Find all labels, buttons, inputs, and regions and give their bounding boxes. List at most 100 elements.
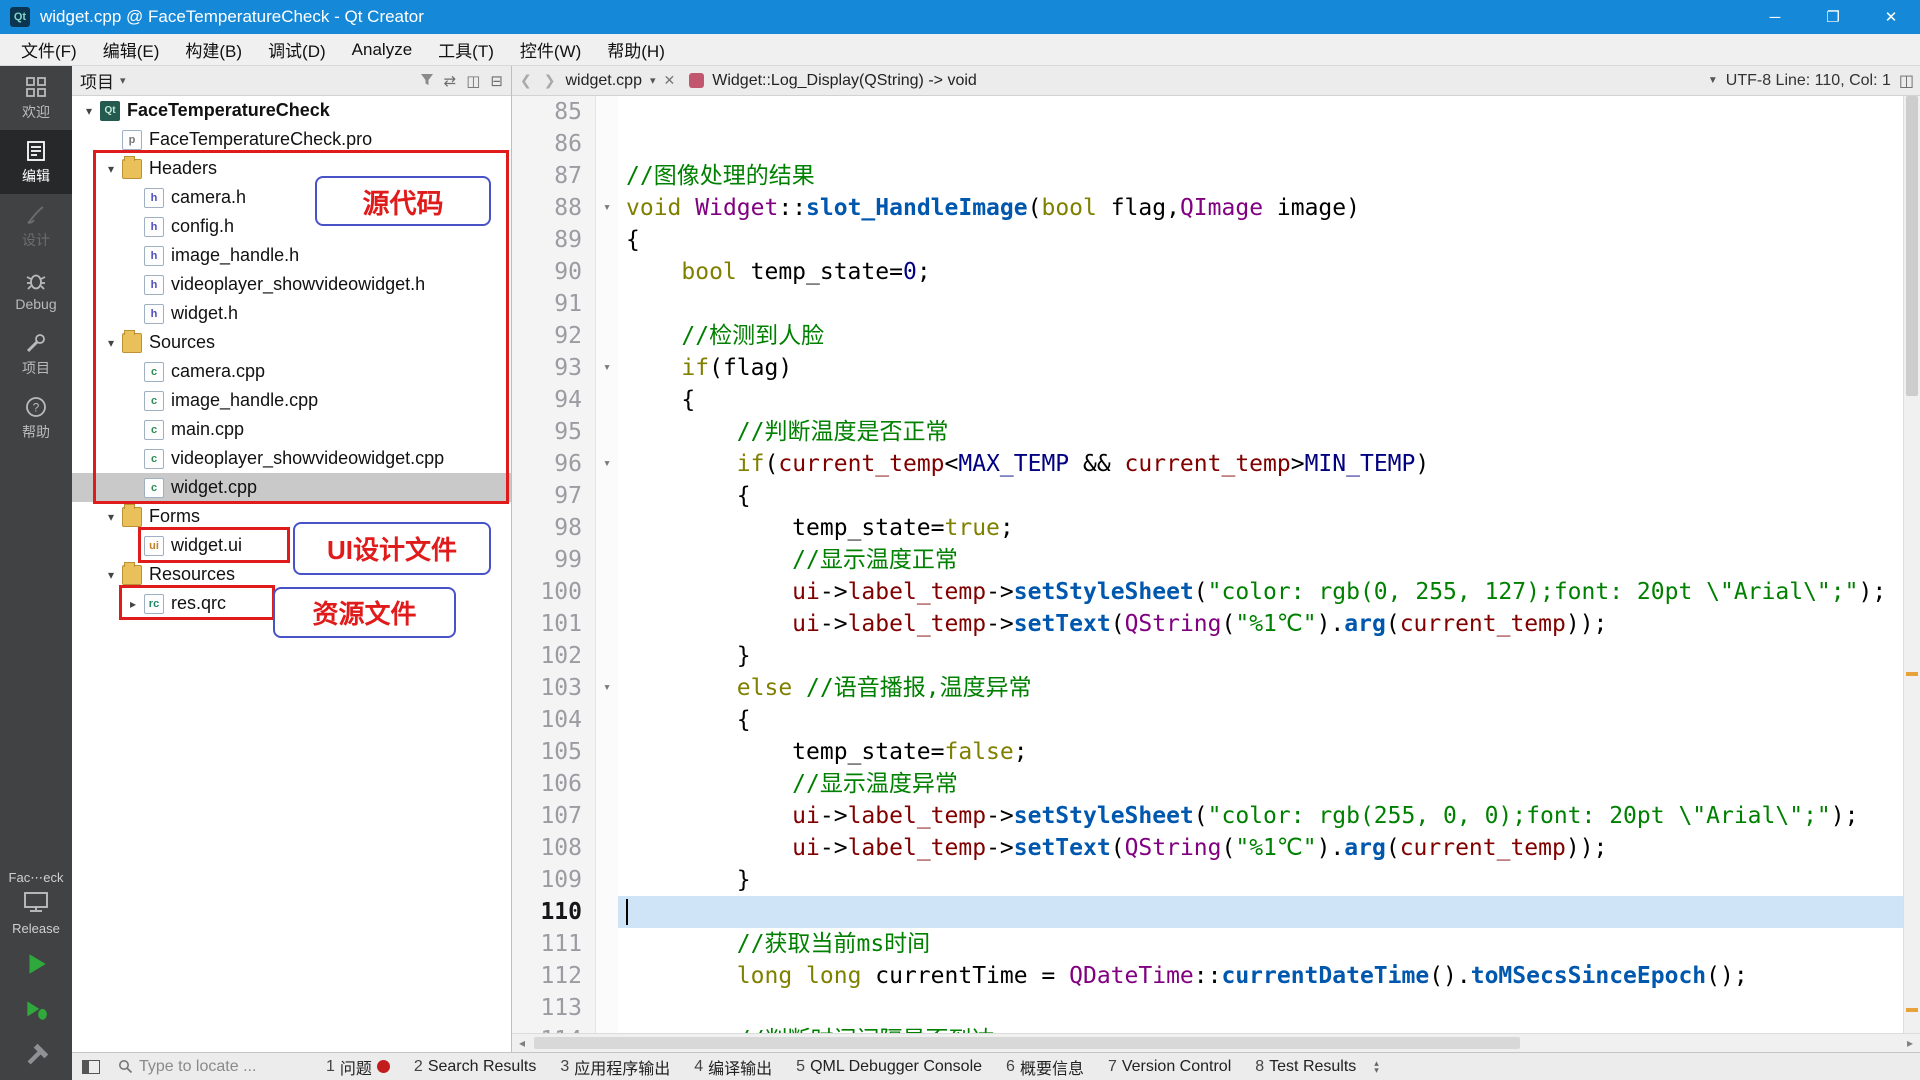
fold-marker-icon[interactable]: ▾ [596, 672, 618, 704]
minimize-button[interactable]: ─ [1746, 0, 1804, 34]
tree-item-camera-h[interactable]: h camera.h [72, 183, 511, 212]
code-line-106[interactable]: 106 //显示温度异常 [512, 768, 1903, 800]
chevron-down-icon[interactable]: ▾ [102, 510, 120, 524]
output-pane-issues[interactable]: 1 问题 [326, 1055, 390, 1079]
code-line-105[interactable]: 105 temp_state= false; [512, 736, 1903, 768]
scroll-left-icon[interactable]: ◂ [512, 1036, 532, 1050]
code-line-94[interactable]: 94 { [512, 384, 1903, 416]
code-line-88[interactable]: 88 ▾ void Widget:: slot_HandleImage(bool fl… [512, 192, 1903, 224]
tree-item-widget-ui[interactable]: ui widget.ui [72, 531, 511, 560]
tree-item-resources[interactable]: ▾ Resources [72, 560, 511, 589]
code-line-86[interactable]: 86 [512, 128, 1903, 160]
run-button[interactable] [16, 944, 56, 984]
code-line-85[interactable]: 85 [512, 96, 1903, 128]
output-pane-general-messages[interactable]: 6 概要信息 [1006, 1055, 1084, 1079]
menu-help[interactable]: 帮助(H) [594, 34, 678, 65]
output-pane-test-results[interactable]: 8 Test Results [1255, 1058, 1356, 1076]
fold-marker-icon[interactable]: ▾ [596, 448, 618, 480]
code-line-112[interactable]: 112 long long currentTime = QDateTime:: c… [512, 960, 1903, 992]
code-line-89[interactable]: 89 { [512, 224, 1903, 256]
tree-item-image-handle-cpp[interactable]: c image_handle.cpp [72, 386, 511, 415]
fold-marker-icon[interactable]: ▾ [596, 192, 618, 224]
code-line-100[interactable]: 100 ui -> label_temp -> setStyleSheet("color… [512, 576, 1903, 608]
code-line-110[interactable]: 110 [512, 896, 1903, 928]
output-pane-application-output[interactable]: 3 应用程序输出 [560, 1055, 670, 1079]
fold-marker-icon[interactable]: ▾ [596, 352, 618, 384]
build-button[interactable] [16, 1036, 56, 1076]
output-pane-version-control[interactable]: 7 Version Control [1108, 1058, 1231, 1076]
horizontal-scrollbar[interactable]: ◂ ▸ [512, 1033, 1920, 1052]
chevron-down-icon[interactable]: ▾ [80, 104, 98, 118]
tree-item-videoplayer-showvideowidget-cpp[interactable]: c videoplayer_showvideowidget.cpp [72, 444, 511, 473]
code-line-92[interactable]: 92 //检测到人脸 [512, 320, 1903, 352]
panel-selector-caret-icon[interactable]: ▾ [120, 74, 126, 87]
code-line-103[interactable]: 103 ▾ else //语音播报,温度异常 [512, 672, 1903, 704]
debug-run-button[interactable] [16, 990, 56, 1030]
code-line-90[interactable]: 90 bool temp_state= 0; [512, 256, 1903, 288]
horizontal-scrollbar-thumb[interactable] [534, 1037, 1520, 1049]
chevron-down-icon[interactable]: ▾ [102, 568, 120, 582]
output-pane-compile-output[interactable]: 4 编译输出 [694, 1055, 772, 1079]
collapse-icon[interactable]: ⊟ [490, 72, 503, 90]
tree-item-camera-cpp[interactable]: c camera.cpp [72, 357, 511, 386]
menu-analyze[interactable]: Analyze [339, 34, 425, 65]
code-line-101[interactable]: 101 ui -> label_temp -> setText(QString("%1℃… [512, 608, 1903, 640]
code-line-98[interactable]: 98 temp_state= true; [512, 512, 1903, 544]
chevron-down-icon[interactable]: ▾ [102, 162, 120, 176]
menu-tools[interactable]: 工具(T) [425, 34, 507, 65]
mode-welcome[interactable]: 欢迎 [0, 66, 72, 130]
tree-item-res-qrc[interactable]: ▸ rc res.qrc [72, 589, 511, 618]
scroll-right-icon[interactable]: ▸ [1900, 1036, 1920, 1050]
toggle-sidebar-icon[interactable] [82, 1059, 100, 1074]
tree-item-widget-cpp[interactable]: c widget.cpp [72, 473, 511, 502]
close-document-icon[interactable]: ✕ [664, 72, 676, 89]
code-line-99[interactable]: 99 //显示温度正常 [512, 544, 1903, 576]
menu-build[interactable]: 构建(B) [172, 34, 255, 65]
code-line-108[interactable]: 108 ui -> label_temp -> setText(QString("%1℃… [512, 832, 1903, 864]
filter-icon[interactable] [420, 72, 434, 90]
code-line-95[interactable]: 95 //判断温度是否正常 [512, 416, 1903, 448]
code-line-102[interactable]: 102 } [512, 640, 1903, 672]
tree-item-headers[interactable]: ▾ Headers [72, 154, 511, 183]
menu-debug[interactable]: 调试(D) [255, 34, 339, 65]
code-line-114[interactable]: 114 //判断时间间隔是否到达 [512, 1024, 1903, 1033]
code-line-93[interactable]: 93 ▾ if (flag) [512, 352, 1903, 384]
forward-icon[interactable]: ❯ [542, 72, 558, 89]
split-icon[interactable]: ◫ [466, 72, 480, 90]
code-line-96[interactable]: 96 ▾ if(current_temp < MAX_TEMP && current_… [512, 448, 1903, 480]
output-pane-search-results[interactable]: 2 Search Results [414, 1058, 536, 1076]
code-line-91[interactable]: 91 [512, 288, 1903, 320]
tree-item-forms[interactable]: ▾ Forms [72, 502, 511, 531]
tree-item-widget-h[interactable]: h widget.h [72, 299, 511, 328]
tree-item-main-cpp[interactable]: c main.cpp [72, 415, 511, 444]
sync-with-editor-icon[interactable]: ⇄ [444, 72, 457, 90]
open-document-tab[interactable]: widget.cpp [565, 72, 642, 90]
code-line-104[interactable]: 104 { [512, 704, 1903, 736]
tree-item-facetemperaturecheck-pro[interactable]: p FaceTemperatureCheck.pro [72, 125, 511, 154]
code-line-87[interactable]: 87 //图像处理的结果 [512, 160, 1903, 192]
maximize-button[interactable]: ❐ [1804, 0, 1862, 34]
vertical-scrollbar-thumb[interactable] [1906, 96, 1918, 396]
code-line-97[interactable]: 97 { [512, 480, 1903, 512]
mode-projects[interactable]: 项目 [0, 322, 72, 386]
chevron-right-icon[interactable]: ▸ [124, 597, 142, 611]
output-pane-nav-icons[interactable]: ▴ ▾ [1374, 1058, 1379, 1074]
menu-file[interactable]: 文件(F) [8, 34, 90, 65]
mode-help[interactable]: ? 帮助 [0, 386, 72, 450]
mode-edit[interactable]: 编辑 [0, 130, 72, 194]
chevron-down-icon[interactable]: ▾ [102, 336, 120, 350]
code-line-113[interactable]: 113 [512, 992, 1903, 1024]
encoding-dropdown-icon[interactable]: ▼ [1708, 75, 1718, 86]
menu-edit[interactable]: 编辑(E) [90, 34, 173, 65]
code-editor[interactable]: 85 86 87 //图像处理的结果 88 ▾ void Widget:: slot_Hand… [512, 96, 1903, 1033]
symbol-selector[interactable]: Widget::Log_Display(QString) -> void [712, 72, 977, 90]
code-line-107[interactable]: 107 ui -> label_temp -> setStyleSheet("color… [512, 800, 1903, 832]
close-button[interactable]: ✕ [1862, 0, 1920, 34]
tree-item-facetemperaturecheck[interactable]: ▾ Qt FaceTemperatureCheck [72, 96, 511, 125]
output-pane-qml-debugger-console[interactable]: 5 QML Debugger Console [796, 1058, 982, 1076]
document-dropdown-icon[interactable]: ▾ [650, 74, 656, 87]
locator-field[interactable]: Type to locate ... [118, 1058, 308, 1076]
tree-item-videoplayer-showvideowidget-h[interactable]: h videoplayer_showvideowidget.h [72, 270, 511, 299]
mode-debug[interactable]: Debug [0, 258, 72, 322]
code-line-109[interactable]: 109 } [512, 864, 1903, 896]
